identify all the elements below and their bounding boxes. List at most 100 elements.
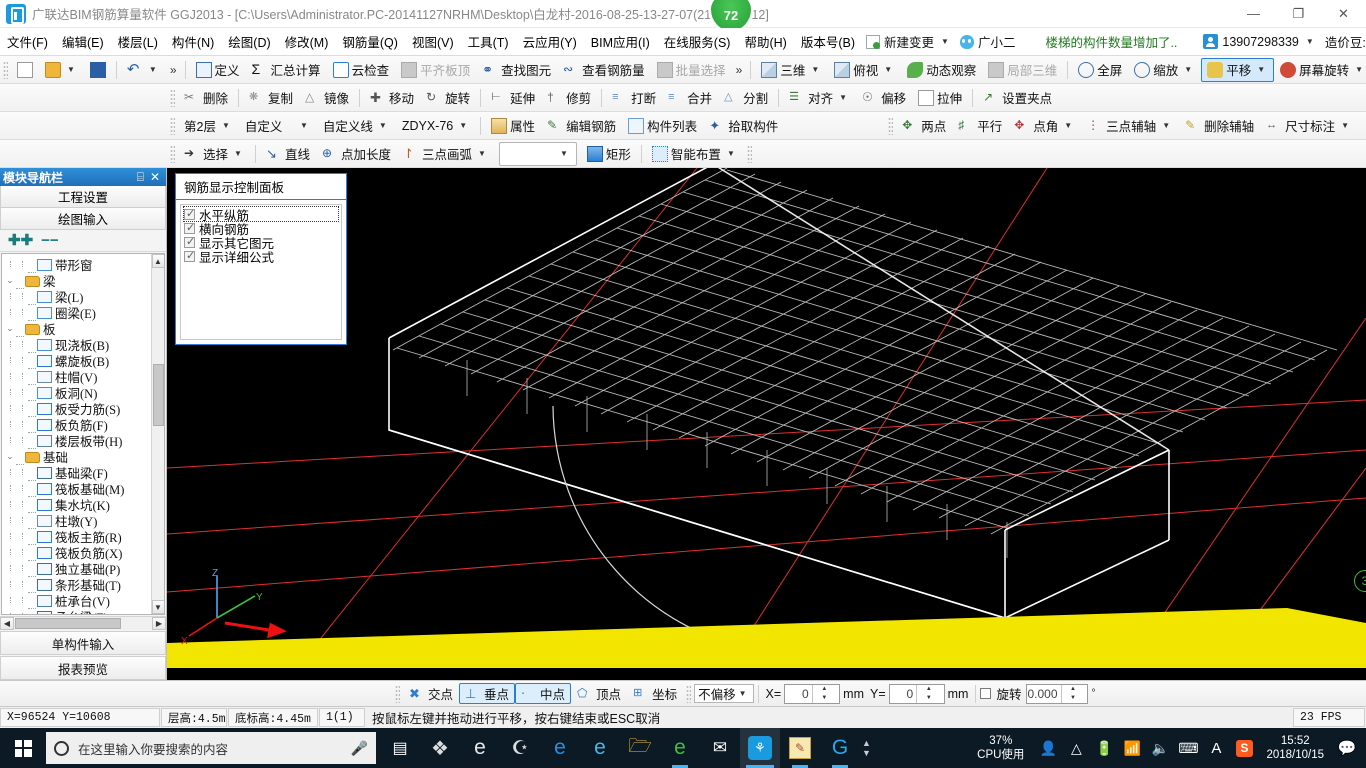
component-list-button[interactable]: 构件列表 [622, 114, 703, 138]
checkbox[interactable] [184, 235, 195, 248]
3d-viewport[interactable]: Z Y X 3 ❯ 钢筋显示控制面板 水平纵筋 横向钢筋 [167, 168, 1366, 680]
name-chevron-down-icon[interactable]: ▼ [456, 121, 470, 130]
trim-button[interactable]: † 修剪 [541, 86, 597, 110]
floor-selector[interactable]: 第2层 ▼ [178, 114, 239, 138]
tab-project-settings[interactable]: 工程设置 [0, 186, 166, 208]
fullscreen-button[interactable]: 全屏 [1072, 58, 1128, 82]
three-point-axis-chevron-down-icon[interactable]: ▼ [1159, 121, 1173, 130]
pan-button[interactable]: 平移 ▼ [1201, 57, 1275, 82]
collapse-all-icon[interactable]: −− [41, 233, 59, 248]
type-chevron-down-icon[interactable]: ▼ [297, 121, 311, 130]
menu-cloud[interactable]: 云应用(Y) [516, 28, 584, 55]
pan-chevron-down-icon[interactable]: ▼ [1254, 65, 1268, 74]
mic-icon[interactable]: 🎤 [351, 740, 368, 757]
menu-rebar[interactable]: 钢筋量(Q) [335, 28, 405, 55]
rectangle-button[interactable]: 矩形 [581, 142, 637, 166]
edge-chromium-icon[interactable]: e [540, 728, 580, 768]
wifi-icon[interactable]: 📶 [1118, 728, 1146, 768]
fan-app-icon[interactable]: ❖ [420, 728, 460, 768]
menu-modify[interactable]: 修改(M) [278, 28, 336, 55]
snap-midpoint-button[interactable]: ⋅ 中点 [515, 683, 572, 704]
properties-button[interactable]: 属性 [485, 114, 541, 138]
tree-item[interactable]: 承台梁(F) [2, 608, 151, 614]
open-chevron-down-icon[interactable]: ▼ [64, 65, 78, 74]
internet-explorer-icon[interactable]: e [580, 728, 620, 768]
top-view-button[interactable]: 俯视 ▼ [828, 58, 901, 82]
tab-drawing-input[interactable]: 绘图输入 [0, 208, 166, 230]
blue-g-app-icon[interactable]: G [820, 728, 860, 768]
chevron-down-icon[interactable]: ⌄ [4, 323, 16, 334]
sub-chevron-down-icon[interactable]: ▼ [376, 121, 390, 130]
checkbox[interactable] [184, 249, 195, 262]
close-button[interactable]: ✕ [1321, 0, 1366, 28]
report-preview-button[interactable]: 报表预览 [0, 656, 166, 680]
delete-button[interactable]: ✂ 删除 [178, 86, 234, 110]
spin-down-icon[interactable]: ▼ [917, 694, 941, 703]
chevron-up-icon[interactable]: ▲ [862, 738, 871, 748]
undo-chevron-down-icon[interactable]: ▼ [146, 65, 160, 74]
start-button[interactable] [0, 728, 46, 768]
osnap-grip[interactable] [395, 684, 400, 703]
assistant-button[interactable]: 广小二 [956, 32, 1020, 51]
save-file-button[interactable] [84, 58, 112, 82]
osnap-grip-2[interactable] [686, 684, 692, 703]
draw-combo[interactable]: ▼ [498, 141, 577, 166]
stretch-button[interactable]: 拉伸 [912, 86, 968, 110]
parallel-button[interactable]: ♯ 平行 [952, 114, 1008, 138]
minimize-button[interactable]: — [1231, 0, 1276, 28]
keyboard-icon[interactable]: ⌨ [1174, 728, 1202, 768]
taskbar-clock[interactable]: 15:52 2018/10/15 [1258, 734, 1332, 762]
snap-perpendicular-button[interactable]: ⊥ 垂点 [459, 683, 516, 704]
undo-button[interactable]: ↶ ▼ [121, 58, 166, 82]
scroll-left-button[interactable]: ◀ [0, 617, 14, 630]
y-spinner[interactable]: ▲ ▼ [916, 684, 944, 703]
dimension-chevron-down-icon[interactable]: ▼ [1338, 121, 1352, 130]
draw-grip-end[interactable] [746, 144, 752, 163]
merge-button[interactable]: ≡ 合并 [662, 86, 718, 110]
rotate-checkbox[interactable] [980, 688, 992, 699]
glodon-ggj-icon[interactable]: ⚘ [740, 728, 780, 768]
spin-up-icon[interactable]: ▲ [813, 685, 837, 694]
top-view-chevron-down-icon[interactable]: ▼ [881, 65, 895, 74]
menu-draw[interactable]: 绘图(D) [221, 28, 277, 55]
people-icon[interactable]: 👤 [1034, 728, 1062, 768]
align-button[interactable]: ☰ 对齐 ▼ [783, 86, 856, 110]
x-spinner[interactable]: ▲ ▼ [811, 684, 840, 703]
menu-file[interactable]: 文件(F) [0, 28, 55, 55]
toolbar1-overflow-icon-2[interactable]: » [732, 63, 747, 77]
offset-button[interactable]: ☉ 偏移 [856, 86, 912, 110]
open-file-button[interactable]: ▼ [39, 58, 84, 82]
tree-item[interactable]: 带形窗 [2, 256, 151, 273]
menu-edit[interactable]: 编辑(E) [55, 28, 111, 55]
component-sub-selector[interactable]: 自定义线 ▼ [317, 114, 396, 138]
split-button[interactable]: △ 分割 [718, 86, 774, 110]
tree-horizontal-scrollbar[interactable]: ◀ ▶ [0, 616, 166, 630]
move-button[interactable]: ✚ 移动 [364, 86, 420, 110]
menu-tools[interactable]: 工具(T) [461, 28, 516, 55]
spin-down-icon[interactable]: ▼ [1062, 694, 1085, 703]
snap-intersection-button[interactable]: ✖ 交点 [403, 683, 459, 704]
axis-grip[interactable] [888, 116, 894, 135]
scroll-up-button[interactable]: ▲ [151, 254, 164, 268]
checkbox[interactable] [184, 207, 195, 220]
taskbar-scroll[interactable]: ▲ ▼ [862, 738, 871, 758]
account-button[interactable]: 13907298339 ▼ [1199, 34, 1320, 49]
select-tool-button[interactable]: ➔ 选择 ▼ [178, 142, 251, 166]
three-point-arc-button[interactable]: ↾ 三点画弧 ▼ [397, 142, 495, 166]
restore-button[interactable]: ❐ [1276, 0, 1321, 28]
component-type-selector[interactable]: 自定义 ▼ [239, 114, 317, 138]
delete-axis-button[interactable]: ✎ 删除辅轴 [1179, 114, 1260, 138]
taskbar-search[interactable]: 在这里输入你要搜索的内容 🎤 [46, 732, 376, 764]
extend-button[interactable]: ⊢ 延伸 [485, 86, 541, 110]
menu-online-service[interactable]: 在线服务(S) [657, 28, 738, 55]
account-chevron-down-icon[interactable]: ▼ [1303, 37, 1317, 46]
chevron-down-icon[interactable]: ▼ [938, 37, 952, 46]
task-view-icon[interactable]: ▤ [380, 728, 420, 768]
floor-chevron-down-icon[interactable]: ▼ [219, 121, 233, 130]
rotate-button[interactable]: ↻ 旋转 [420, 86, 476, 110]
notepad-app-icon[interactable]: ✎ [780, 728, 820, 768]
smart-layout-button[interactable]: 智能布置 ▼ [646, 142, 744, 166]
two-point-button[interactable]: ✥ 两点 [896, 114, 952, 138]
smart-layout-chevron-down-icon[interactable]: ▼ [724, 149, 738, 158]
edit-rebar-button[interactable]: ✎ 编辑钢筋 [541, 114, 622, 138]
